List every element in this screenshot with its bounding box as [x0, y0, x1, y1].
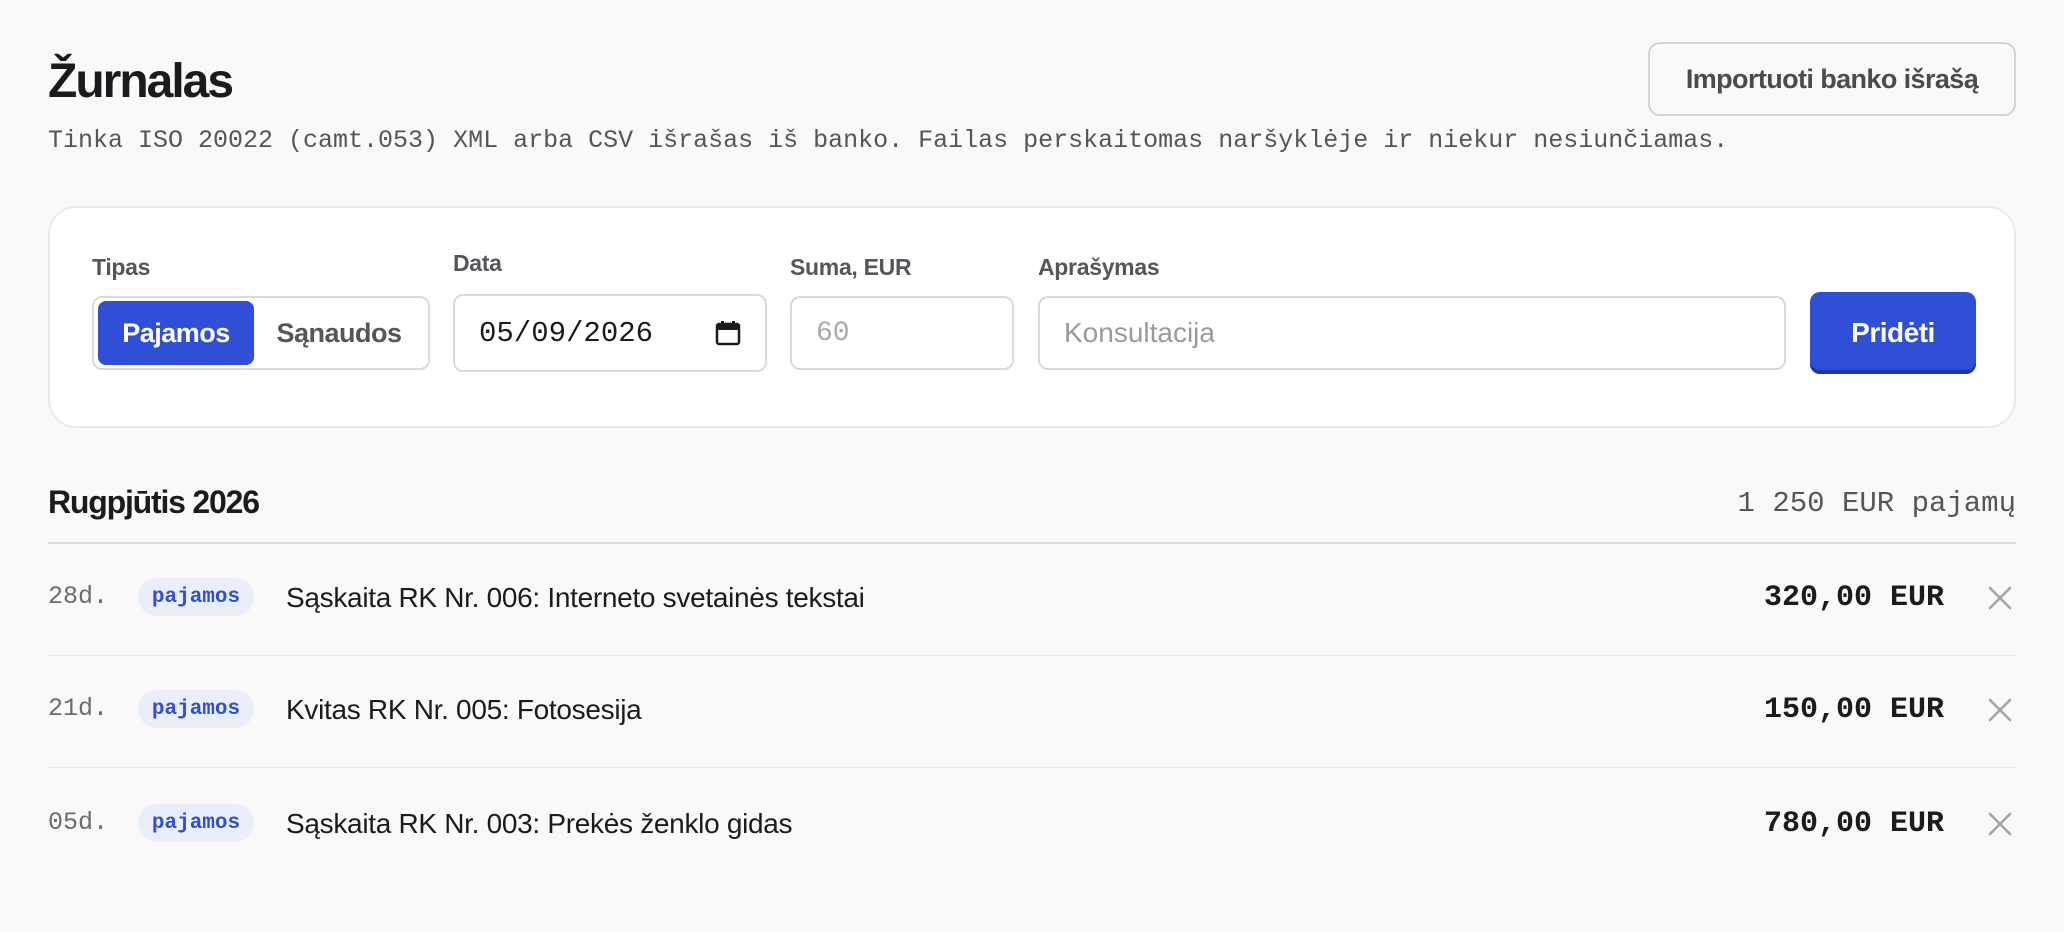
entry-amount: 320,00 EUR [1763, 581, 1944, 615]
amount-label: Suma, EUR [790, 254, 912, 280]
entry-type-badge: pajamos [138, 578, 254, 616]
page-subtitle: Tinka ISO 20022 (camt.053) XML arba CSV … [48, 126, 1729, 155]
entry-type-badge: pajamos [138, 804, 254, 842]
entry-form: Tipas Pajamos Sąnaudos Data 05/09/2026 S… [48, 206, 2016, 428]
type-label: Tipas [92, 254, 151, 280]
list-item: 21d. pajamos Kvitas RK Nr. 005: Fotosesi… [48, 656, 2016, 768]
date-value: 05/09/2026 [479, 316, 654, 350]
close-icon [1988, 812, 2012, 836]
type-option-expenses[interactable]: Sąnaudos [254, 301, 424, 365]
add-entry-button[interactable]: Pridėti [1810, 292, 1976, 374]
type-option-income[interactable]: Pajamos [98, 301, 254, 365]
entry-description: Kvitas RK Nr. 005: Fotosesija [286, 694, 642, 725]
entry-description: Sąskaita RK Nr. 006: Interneto svetainės… [286, 582, 865, 613]
entry-amount: 780,00 EUR [1763, 807, 1944, 841]
row-divider [48, 767, 2016, 768]
date-label: Data [453, 250, 502, 276]
close-icon [1988, 698, 2012, 722]
entry-day: 21d. [48, 694, 109, 723]
journal-page: Žurnalas Tinka ISO 20022 (camt.053) XML … [0, 0, 2064, 932]
month-title: Rugpjūtis 2026 [48, 484, 260, 520]
page-title: Žurnalas [48, 55, 234, 108]
entry-day: 05d. [48, 808, 109, 837]
description-input[interactable] [1038, 296, 1786, 370]
entry-day: 28d. [48, 582, 109, 611]
import-bank-statement-button[interactable]: Importuoti banko išrašą [1648, 42, 2016, 116]
amount-input[interactable] [790, 296, 1014, 370]
description-label: Aprašymas [1038, 254, 1160, 280]
type-toggle: Pajamos Sąnaudos [92, 296, 430, 370]
delete-entry-button[interactable] [1984, 694, 2016, 726]
entry-type-badge: pajamos [138, 690, 254, 728]
list-item: 28d. pajamos Sąskaita RK Nr. 006: Intern… [48, 544, 2016, 656]
close-icon [1988, 586, 2012, 610]
delete-entry-button[interactable] [1984, 582, 2016, 614]
month-summary: 1 250 EUR pajamų [1737, 487, 2016, 520]
list-item: 05d. pajamos Sąskaita RK Nr. 003: Prekės… [48, 770, 2016, 882]
delete-entry-button[interactable] [1984, 808, 2016, 840]
entry-description: Sąskaita RK Nr. 003: Prekės ženklo gidas [286, 808, 793, 839]
entry-amount: 150,00 EUR [1763, 693, 1944, 727]
date-input[interactable]: 05/09/2026 [453, 294, 767, 372]
calendar-icon[interactable] [715, 320, 741, 346]
